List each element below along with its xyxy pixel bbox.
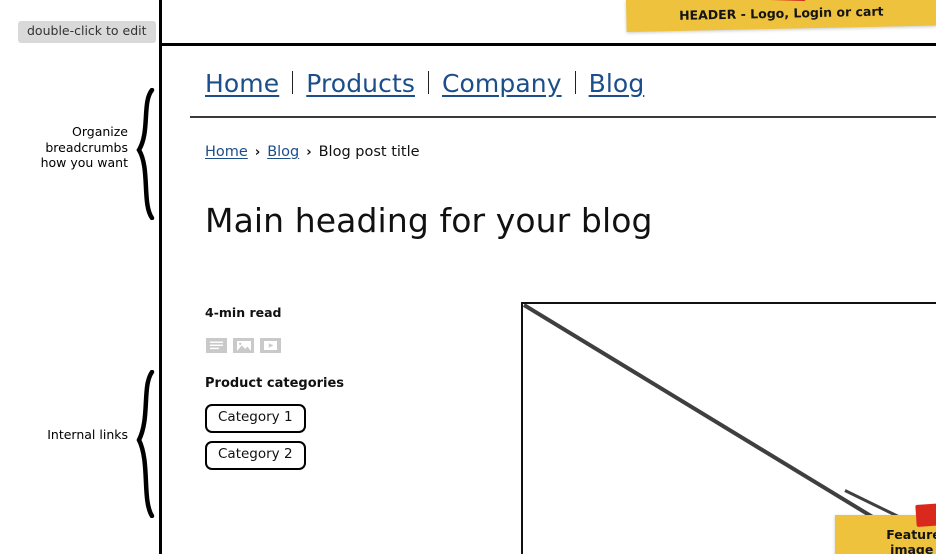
sticky-note-header[interactable]: HEADER - Logo, Login or cart <box>626 0 936 32</box>
curly-brace-icon <box>130 370 156 518</box>
nav-link-products[interactable]: Products <box>306 69 415 98</box>
product-categories-heading: Product categories <box>205 376 345 391</box>
editor-canvas: double-click to edit Organize breadcrumb… <box>0 0 936 554</box>
nav-link-blog[interactable]: Blog <box>589 69 645 98</box>
note-pin-icon <box>733 0 807 2</box>
primary-navigation: Home Products Company Blog <box>205 69 644 98</box>
read-time-label: 4-min read <box>205 305 282 320</box>
nav-separator <box>574 71 576 94</box>
page-preview: Home Products Company Blog Home › Blog ›… <box>162 46 936 554</box>
video-play-icon[interactable] <box>260 338 281 353</box>
image-icon[interactable] <box>233 338 254 353</box>
navigation-rule <box>190 116 936 118</box>
breadcrumb: Home › Blog › Blog post title <box>205 144 420 160</box>
nav-link-home[interactable]: Home <box>205 69 279 98</box>
nav-separator <box>427 71 429 94</box>
nav-link-company[interactable]: Company <box>442 69 562 98</box>
annotation-internal-links-label: Internal links <box>47 427 128 442</box>
media-type-icons <box>206 338 281 353</box>
sticky-note-header-text: HEADER - Logo, Login or cart <box>678 3 884 23</box>
annotation-breadcrumbs-label: Organize breadcrumbs how you want <box>40 124 128 170</box>
breadcrumb-link-blog[interactable]: Blog <box>267 144 299 160</box>
breadcrumb-current: Blog post title <box>318 144 420 160</box>
breadcrumb-separator-icon: › <box>254 144 261 160</box>
double-click-to-edit-tooltip: double-click to edit <box>18 21 156 43</box>
category-chip-2[interactable]: Category 2 <box>205 441 306 470</box>
sticky-note-featured-image[interactable]: Featured imag image is uniq <box>835 502 936 554</box>
page-title: Main heading for your blog <box>205 201 653 240</box>
breadcrumb-link-home[interactable]: Home <box>205 144 248 160</box>
curly-brace-icon <box>130 88 156 220</box>
sticky-note-featured-line1: Featured imag <box>886 527 936 542</box>
sticky-note-featured-line2: image is uniq <box>890 542 936 554</box>
category-chip-1[interactable]: Category 1 <box>205 404 306 433</box>
note-pin-icon <box>915 502 936 528</box>
text-lines-icon[interactable] <box>206 338 227 353</box>
breadcrumb-separator-icon: › <box>306 144 312 160</box>
nav-separator <box>292 71 294 94</box>
